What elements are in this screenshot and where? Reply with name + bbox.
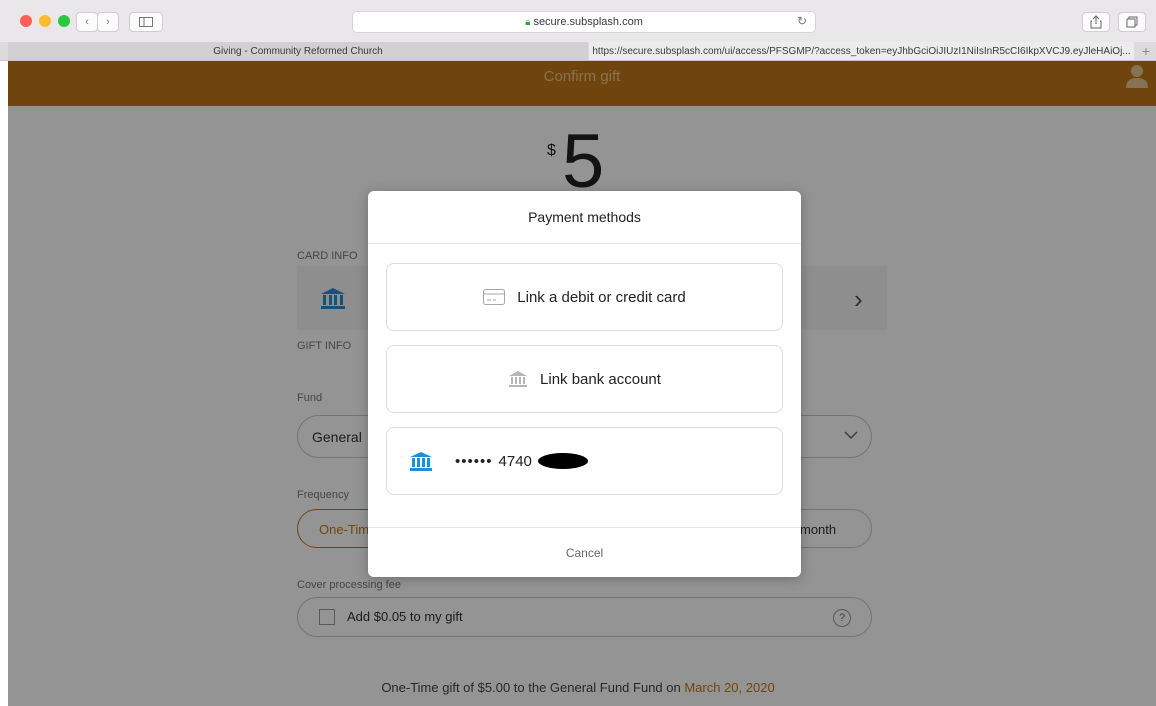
lock-icon: 🔒︎ bbox=[525, 16, 531, 28]
close-window-button[interactable] bbox=[20, 15, 32, 27]
chevron-left-icon: ‹ bbox=[85, 16, 89, 28]
bank-icon bbox=[409, 451, 433, 471]
share-icon bbox=[1090, 15, 1102, 29]
tab-bar: Giving - Community Reformed Church https… bbox=[0, 42, 1156, 61]
zoom-window-button[interactable] bbox=[58, 15, 70, 27]
back-button[interactable]: ‹ bbox=[76, 12, 98, 32]
account-last4: 4740 bbox=[498, 452, 532, 470]
link-bank-button[interactable]: Link bank account bbox=[386, 345, 783, 413]
saved-bank-account-button[interactable]: •••••• 4740 bbox=[386, 427, 783, 495]
new-tab-button[interactable]: + bbox=[1138, 42, 1154, 60]
sidebar-toggle-button[interactable] bbox=[129, 12, 163, 32]
link-card-button[interactable]: Link a debit or credit card bbox=[386, 263, 783, 331]
tabs-icon bbox=[1126, 16, 1138, 28]
payment-methods-modal: Payment methods Link a debit or credit c… bbox=[368, 191, 801, 577]
chevron-right-icon: › bbox=[106, 16, 110, 28]
tab-access-url[interactable]: https://secure.subsplash.com/ui/access/P… bbox=[589, 42, 1134, 60]
address-text: secure.subsplash.com bbox=[533, 16, 643, 28]
modal-title: Payment methods bbox=[368, 191, 801, 244]
sidebar-icon bbox=[139, 17, 153, 27]
redaction-mark bbox=[537, 453, 588, 469]
tab-overview-button[interactable] bbox=[1118, 12, 1146, 32]
reload-icon[interactable]: ↻ bbox=[797, 14, 807, 28]
masked-account-dots: •••••• bbox=[455, 452, 493, 470]
forward-button[interactable]: › bbox=[97, 12, 119, 32]
cancel-button[interactable]: Cancel bbox=[368, 527, 801, 577]
share-button[interactable] bbox=[1082, 12, 1110, 32]
address-bar[interactable]: 🔒︎ secure.subsplash.com ↻ bbox=[352, 11, 816, 33]
bank-icon bbox=[508, 370, 528, 388]
link-card-label: Link a debit or credit card bbox=[517, 288, 686, 306]
link-bank-label: Link bank account bbox=[540, 370, 661, 388]
minimize-window-button[interactable] bbox=[39, 15, 51, 27]
tab-giving[interactable]: Giving - Community Reformed Church bbox=[8, 42, 588, 60]
browser-toolbar: ‹ › 🔒︎ secure.subsplash.com ↻ bbox=[0, 0, 1156, 43]
credit-card-icon bbox=[483, 289, 506, 305]
